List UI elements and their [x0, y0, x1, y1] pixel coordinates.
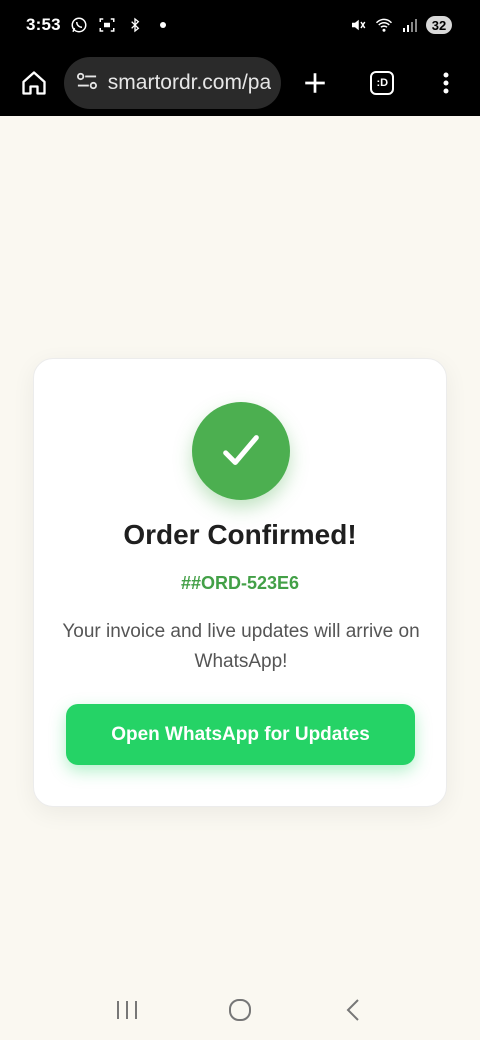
open-whatsapp-button[interactable]: Open WhatsApp for Updates	[66, 704, 415, 765]
confirmation-card: Order Confirmed! ##ORD-523E6 Your invoic…	[33, 358, 447, 807]
battery-icon: 32	[426, 16, 452, 34]
new-tab-button[interactable]	[295, 63, 335, 103]
recents-button[interactable]	[107, 990, 147, 1030]
browser-toolbar: smartordr.com/pa :D	[0, 50, 480, 116]
back-icon	[346, 999, 360, 1021]
dot-icon	[153, 15, 173, 35]
wifi-icon	[374, 15, 394, 35]
back-button[interactable]	[333, 990, 373, 1030]
plus-icon	[304, 73, 325, 93]
url-text[interactable]: smartordr.com/pa	[108, 71, 271, 95]
tabs-button[interactable]: :D	[362, 63, 402, 103]
status-time: 3:53	[26, 15, 61, 34]
home-nav-button[interactable]	[220, 990, 260, 1030]
success-badge	[192, 402, 290, 500]
site-settings-icon[interactable]	[76, 71, 98, 96]
home-circle-icon	[228, 999, 251, 1021]
checkmark-icon	[223, 435, 259, 465]
recents-icon	[116, 1001, 137, 1019]
system-nav-bar	[0, 980, 480, 1040]
more-vert-icon	[443, 72, 449, 94]
bluetooth-icon	[125, 15, 145, 35]
signal-icon	[400, 15, 420, 35]
screen-record-icon	[97, 15, 117, 35]
status-bar: 3:53 32	[0, 0, 480, 50]
status-left: 3:53	[26, 15, 173, 35]
confirmation-message: Your invoice and live updates will arriv…	[62, 621, 420, 672]
home-button[interactable]	[14, 63, 54, 103]
mute-icon	[348, 15, 368, 35]
status-right: 32	[348, 15, 452, 35]
page-title: Order Confirmed!	[123, 519, 357, 550]
tabs-icon: :D	[370, 71, 395, 95]
page-content: Order Confirmed! ##ORD-523E6 Your invoic…	[0, 116, 480, 980]
whatsapp-icon	[69, 15, 89, 35]
address-bar[interactable]: smartordr.com/pa	[63, 57, 281, 109]
home-icon	[22, 71, 46, 95]
more-menu-button[interactable]	[426, 63, 466, 103]
order-id: ##ORD-523E6	[180, 573, 300, 593]
